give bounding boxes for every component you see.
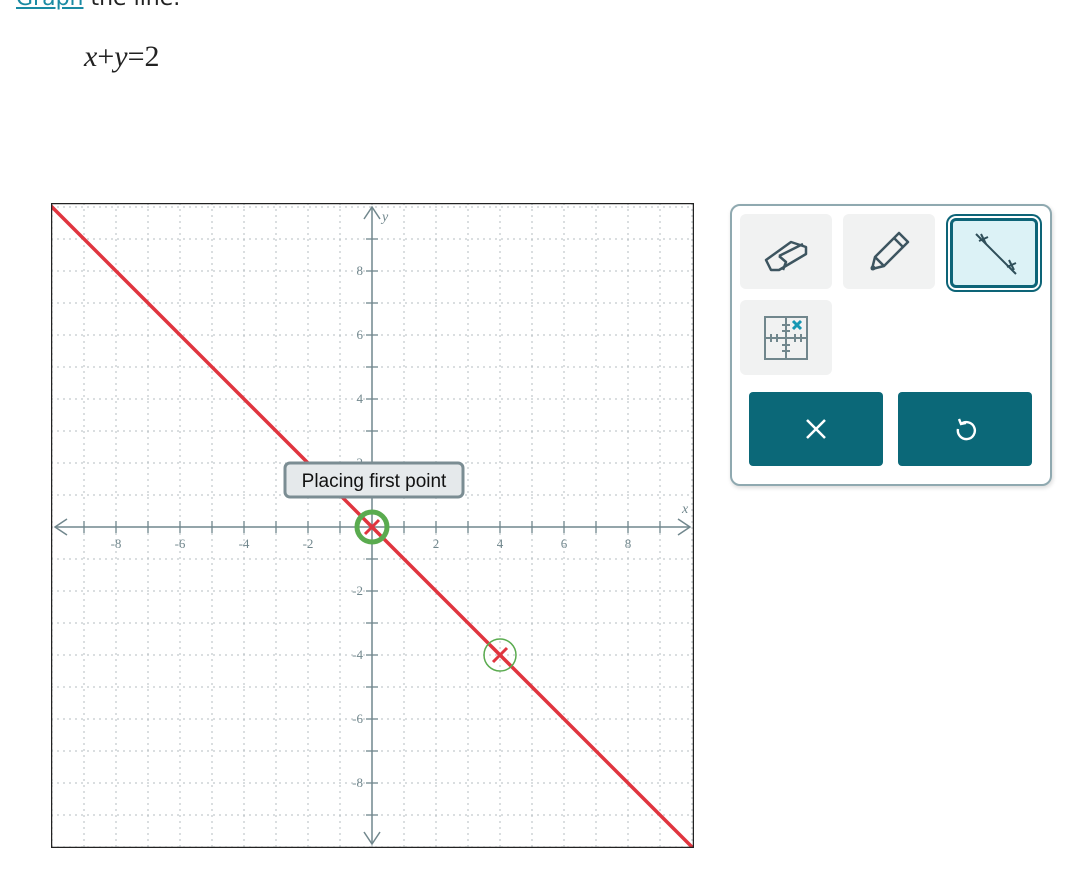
y-tick-label: -4: [352, 647, 363, 662]
x-tick-label: 6: [561, 536, 568, 551]
x-tick-label: 4: [497, 536, 504, 551]
x-axis-label: x: [681, 502, 689, 517]
eq-y: y: [114, 40, 128, 73]
tool-panel: [730, 204, 1052, 486]
line-tool-icon: [975, 233, 1017, 275]
eq-rhs: 2: [144, 40, 160, 73]
x-tick-label: -2: [303, 536, 314, 551]
eq-equals: =: [127, 40, 145, 73]
tooltip-text: Placing first point: [302, 471, 447, 492]
prompt-text: the line.: [83, 0, 180, 11]
eraser-tool[interactable]: [740, 214, 832, 289]
x-tick-label: -6: [175, 536, 186, 551]
y-axis-label: y: [380, 210, 389, 225]
y-tick-label: -8: [352, 775, 363, 790]
eq-x: x: [84, 40, 98, 73]
y-tick-label: -6: [352, 711, 363, 726]
point-plot-icon: [764, 315, 808, 360]
y-tick-label: 8: [357, 263, 364, 278]
eq-plus: +: [97, 40, 115, 73]
x-tick-label: 8: [625, 536, 632, 551]
y-tick-label: 4: [357, 391, 364, 406]
y-tick-label: 6: [357, 327, 364, 342]
clear-button[interactable]: [749, 392, 883, 466]
equation: x+y=2: [84, 40, 160, 74]
undo-button[interactable]: [898, 392, 1032, 466]
eraser-icon: [764, 240, 808, 271]
x-tick-label: 2: [433, 536, 440, 551]
pencil-icon: [870, 231, 910, 270]
pencil-tool[interactable]: [843, 214, 935, 289]
prompt: Graph the line.: [16, 0, 180, 11]
close-icon: [806, 419, 826, 439]
x-tick-label: -8: [111, 536, 122, 551]
undo-icon: [956, 418, 977, 441]
x-tick-label: -4: [239, 536, 250, 551]
graph-link[interactable]: Graph: [16, 0, 83, 11]
graph-canvas[interactable]: -8-6-4-224688642-2-4-6-8xyPlacing first …: [51, 203, 694, 848]
line-tool[interactable]: [950, 218, 1038, 288]
y-tick-label: -2: [352, 583, 363, 598]
point-plot-tool[interactable]: [740, 300, 832, 375]
